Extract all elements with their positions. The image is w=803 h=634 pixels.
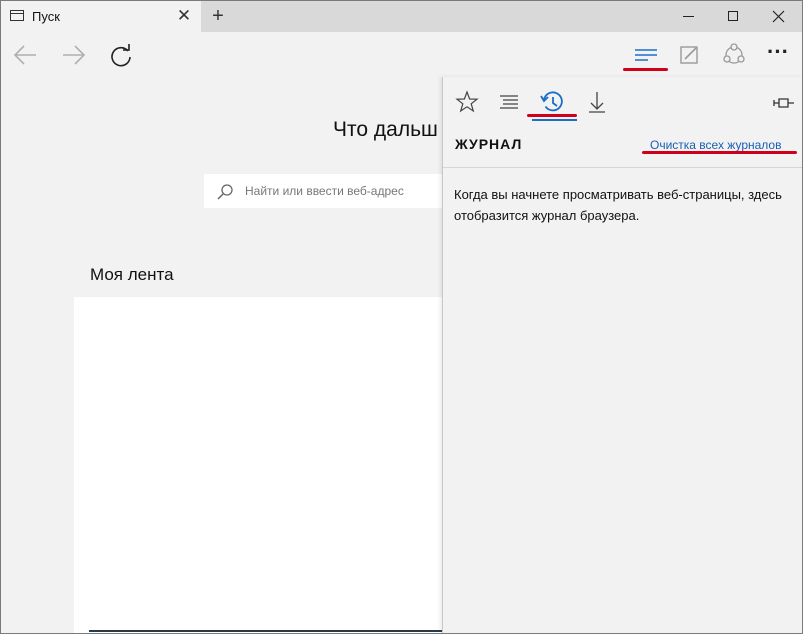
history-empty-message: Когда вы начнете просматривать веб-стран… [454,187,782,223]
annotation-underline [623,68,668,71]
pin-icon [773,98,794,108]
close-icon [772,10,785,23]
page-headline: Что дальш [333,118,438,141]
tab-title: Пуск [32,9,60,24]
divider [443,167,802,168]
search-placeholder: Найти или ввести веб-адрес [245,184,404,198]
maximize-icon [728,11,738,21]
title-bar: Пуск ✕ + [1,1,802,32]
minimize-icon [683,16,694,17]
tab-downloads[interactable] [582,87,612,117]
more-button[interactable]: ··· [758,38,798,72]
maximize-button[interactable] [711,1,756,32]
share-icon [723,43,745,64]
forward-arrow-icon [63,45,86,65]
feed-panel [74,297,444,633]
back-arrow-icon [13,45,36,65]
web-note-button[interactable] [669,38,709,72]
pin-button[interactable] [768,87,798,117]
tab-favorites[interactable] [452,87,482,117]
hub-button[interactable] [626,38,666,72]
page-icon [10,10,24,21]
tab-reading-list[interactable] [494,87,524,117]
hub-panel: ЖУРНАЛ Очистка всех журналов Когда вы на… [442,77,802,633]
share-button[interactable] [714,38,754,72]
annotation-underline [642,151,797,154]
history-icon [540,91,563,112]
pen-icon [680,46,698,64]
browser-window: Пуск ✕ + ··· Что дальш Найти или ввести … [0,0,803,634]
annotation-underline [527,114,577,117]
feed-divider [89,630,442,632]
new-tab-button[interactable]: + [206,4,230,28]
hub-icon [635,49,657,61]
forward-button[interactable] [53,38,93,72]
active-tab-indicator [532,119,577,121]
back-button[interactable] [6,38,46,72]
close-window-button[interactable] [756,1,801,32]
reading-list-icon [500,95,518,109]
search-icon [217,184,233,200]
tab-start[interactable]: Пуск ✕ [1,1,201,32]
tab-close-icon[interactable]: ✕ [173,5,195,27]
star-icon [455,90,479,113]
hub-title: ЖУРНАЛ [455,136,523,152]
navigation-bar: ··· [1,32,802,77]
download-icon [589,92,605,113]
refresh-button[interactable] [101,38,141,72]
tab-history[interactable] [537,87,567,117]
search-input[interactable]: Найти или ввести веб-адрес [204,174,454,208]
feed-heading: Моя лента [90,265,174,284]
clear-history-link[interactable]: Очистка всех журналов [650,138,781,152]
refresh-icon [111,44,131,67]
minimize-button[interactable] [666,1,711,32]
